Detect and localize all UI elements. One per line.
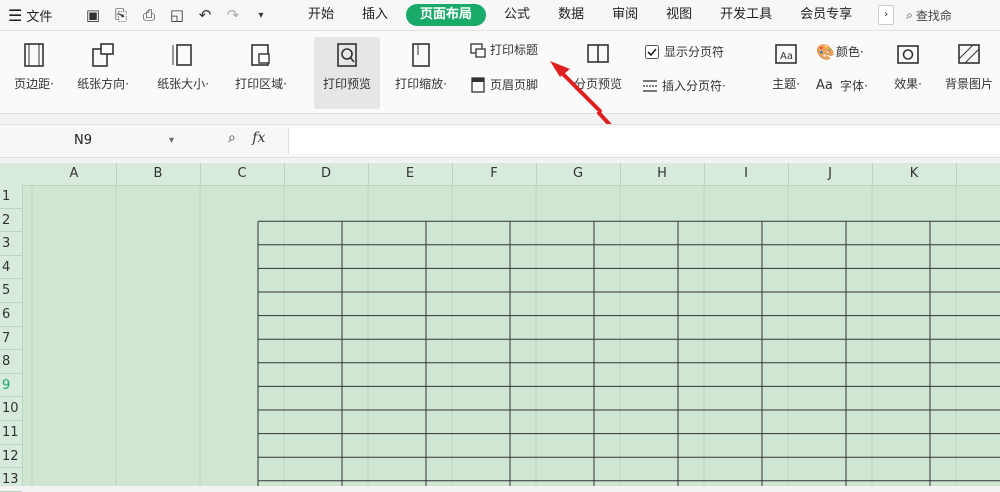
hamburger-icon: ☰ — [8, 5, 23, 25]
customize-icon[interactable]: ▾ — [252, 6, 270, 24]
tab-member[interactable]: 会员专享 — [786, 0, 866, 30]
row-headers: 1 2 3 4 5 6 7 8 9 10 11 12 13 — [0, 185, 23, 492]
print-icon[interactable]: ⎙ — [140, 6, 158, 24]
column-headers: ABCDEFGHIJK — [0, 163, 1000, 186]
tab-page-layout[interactable]: 页面布局 — [406, 4, 487, 26]
fx-icon[interactable]: fx — [252, 130, 265, 146]
save-icon[interactable]: ▣ — [84, 6, 102, 24]
row-header-8[interactable]: 8 — [0, 350, 22, 374]
column-header-g[interactable]: G — [536, 163, 621, 185]
column-header-b[interactable]: B — [116, 163, 201, 185]
row-header-2[interactable]: 2 — [0, 209, 22, 233]
column-header-d[interactable]: D — [284, 163, 369, 185]
file-menu[interactable]: ☰ 文件 — [0, 6, 78, 25]
column-header-a[interactable]: A — [32, 163, 117, 185]
redo-icon[interactable]: ↷ — [224, 6, 242, 24]
tab-review[interactable]: 审阅 — [598, 0, 652, 30]
red-arrow-annotation — [550, 61, 602, 113]
column-header-c[interactable]: C — [200, 163, 285, 185]
tab-data[interactable]: 数据 — [544, 0, 598, 30]
tab-view[interactable]: 视图 — [652, 0, 706, 30]
search-label: 查找命 — [915, 8, 952, 23]
tab-developer[interactable]: 开发工具 — [706, 0, 786, 30]
row-header-11[interactable]: 11 — [0, 421, 22, 445]
row-header-9[interactable]: 9 — [0, 374, 22, 398]
ribbon: 页边距· 纸张方向· 纸张大小· 打印区域· 打印预览 打印缩放· 打印标题 页… — [0, 31, 1000, 114]
column-header-j[interactable]: J — [788, 163, 873, 185]
row-header-10[interactable]: 10 — [0, 397, 22, 421]
row-header-7[interactable]: 7 — [0, 327, 22, 351]
menu-bar: ☰ 文件 ▣ ⎘ ⎙ ◱ ↶ ↷ ▾ 开始 插入 页面布局 公式 数据 审阅 视… — [0, 0, 1000, 31]
export-icon[interactable]: ⎘ — [112, 6, 130, 24]
zoom-icon[interactable]: ⌕ — [228, 130, 236, 146]
row-header-3[interactable]: 3 — [0, 232, 22, 256]
row-header-4[interactable]: 4 — [0, 256, 22, 280]
column-header-k[interactable]: K — [872, 163, 957, 185]
search-icon: ⌕ — [906, 7, 913, 22]
row-header-12[interactable]: 12 — [0, 445, 22, 469]
preview-icon[interactable]: ◱ — [168, 6, 186, 24]
chevron-down-icon: ▾ — [168, 135, 174, 146]
name-box-value: N9 — [74, 133, 92, 148]
formula-bar: N9 ▾ ⌕ fx — [0, 124, 1000, 158]
cell-gridlines — [31, 185, 1000, 486]
column-header-i[interactable]: I — [704, 163, 789, 185]
quick-access-toolbar: ▣ ⎘ ⎙ ◱ ↶ ↷ ▾ — [84, 6, 294, 24]
ribbon-tabs: 开始 插入 页面布局 公式 数据 审阅 视图 开发工具 会员专享 — [294, 0, 866, 30]
row-header-1[interactable]: 1 — [0, 185, 22, 209]
row-header-5[interactable]: 5 — [0, 279, 22, 303]
column-header-e[interactable]: E — [368, 163, 453, 185]
formula-icons: ⌕ fx — [228, 130, 265, 146]
row-header-13[interactable]: 13 — [0, 468, 22, 492]
formula-input[interactable] — [288, 128, 1000, 154]
undo-icon[interactable]: ↶ — [196, 6, 214, 24]
spreadsheet-grid[interactable]: ◢ ABCDEFGHIJK 12345678910111213 — [0, 163, 1000, 492]
name-box[interactable]: N9 ▾ — [38, 130, 178, 152]
column-header-f[interactable]: F — [452, 163, 537, 185]
file-label: 文件 — [26, 9, 53, 25]
tab-insert[interactable]: 插入 — [348, 0, 402, 30]
tab-formulas[interactable]: 公式 — [490, 0, 544, 30]
search-box[interactable]: ⌕ 查找命 — [906, 7, 952, 24]
tab-home[interactable]: 开始 — [294, 0, 348, 30]
row-header-6[interactable]: 6 — [0, 303, 22, 327]
more-tabs-button[interactable]: › — [878, 5, 895, 25]
column-header-h[interactable]: H — [620, 163, 705, 185]
